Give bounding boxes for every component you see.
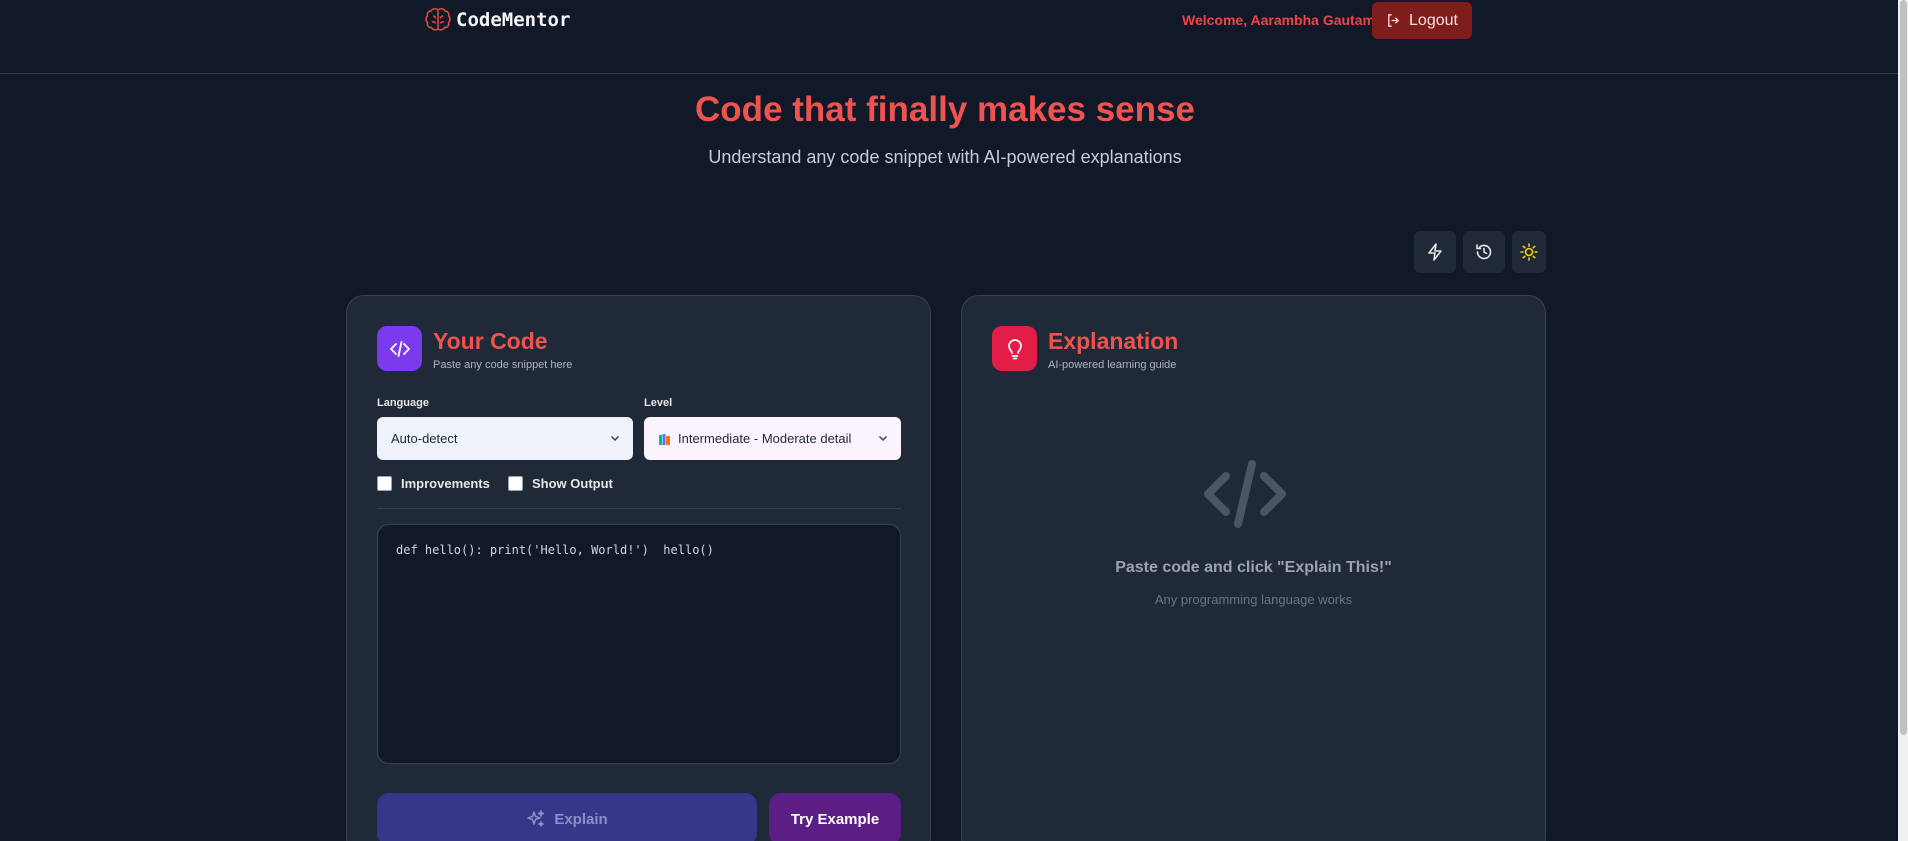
language-label: Language (377, 397, 429, 409)
code-panel-icon-badge (377, 326, 422, 371)
code-panel-subtitle: Paste any code snippet here (433, 359, 573, 371)
top-header: CodeMentor Welcome, Aarambha Gautam Logo… (0, 0, 1898, 74)
chevron-down-icon (610, 435, 620, 442)
code-panel-title: Your Code (433, 328, 548, 354)
quick-mode-button[interactable] (1414, 231, 1456, 273)
show-output-checkbox[interactable] (508, 476, 523, 491)
sparkles-icon (527, 810, 545, 827)
history-icon (1476, 244, 1492, 260)
code-icon (389, 340, 410, 357)
chevron-down-icon (878, 435, 888, 442)
brain-icon (425, 8, 451, 31)
language-select-value: Auto-detect (391, 431, 458, 446)
section-divider (377, 508, 901, 509)
level-label: Level (644, 397, 673, 409)
code-input[interactable]: def hello(): print('Hello, World!') hell… (377, 524, 901, 764)
lightbulb-icon (1007, 338, 1022, 359)
welcome-text: Welcome, Aarambha Gautam (1182, 12, 1375, 28)
theme-toggle-button[interactable] (1512, 231, 1546, 273)
history-button[interactable] (1463, 231, 1505, 273)
explanation-panel-subtitle: AI-powered learning guide (1048, 359, 1177, 371)
code-placeholder-icon (1204, 460, 1286, 528)
improvements-checkbox[interactable] (377, 476, 392, 491)
logout-button[interactable]: Logout (1372, 2, 1472, 39)
page-subtitle: Understand any code snippet with AI-powe… (708, 147, 1182, 167)
brand-logo[interactable]: CodeMentor (424, 6, 570, 34)
explain-button[interactable]: Explain (377, 793, 757, 841)
explanation-panel: Explanation AI-powered learning guide Pa… (961, 295, 1546, 841)
empty-state-title: Paste code and click "Explain This!" (1115, 559, 1392, 576)
show-output-label: Show Output (532, 476, 613, 491)
try-example-button[interactable]: Try Example (769, 793, 901, 841)
level-select[interactable]: Intermediate - Moderate detail (644, 417, 901, 460)
show-output-option[interactable]: Show Output (508, 476, 613, 491)
language-select[interactable]: Auto-detect (377, 417, 633, 460)
logout-icon (1388, 14, 1400, 27)
sun-icon (1520, 243, 1538, 261)
level-select-value: Intermediate - Moderate detail (678, 431, 852, 446)
brand-name: CodeMentor (456, 9, 571, 31)
explanation-panel-title: Explanation (1048, 328, 1179, 354)
books-icon (659, 433, 670, 445)
page-title: Code that finally makes sense (695, 90, 1195, 129)
improvements-label: Improvements (401, 476, 490, 491)
improvements-option[interactable]: Improvements (377, 476, 490, 491)
page-scrollbar-thumb[interactable] (1900, 0, 1907, 735)
explain-label: Explain (554, 810, 608, 828)
code-panel: Your Code Paste any code snippet here La… (346, 295, 931, 841)
logout-label: Logout (1409, 11, 1458, 29)
explanation-panel-icon-badge (992, 326, 1037, 371)
lightning-icon (1428, 243, 1442, 261)
empty-state-subtitle: Any programming language works (1154, 592, 1353, 607)
